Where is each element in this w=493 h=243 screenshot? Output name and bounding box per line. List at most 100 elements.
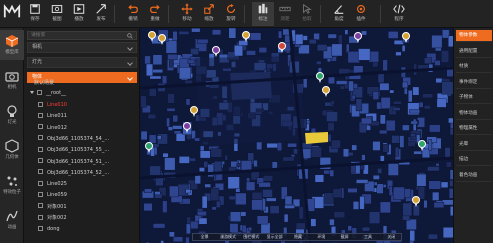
building	[355, 98, 363, 112]
map-marker-icon[interactable]	[412, 196, 420, 207]
left-tool-geometry[interactable]: 几何体	[0, 135, 24, 165]
redo-tool-button[interactable]: 重做	[144, 2, 166, 26]
tree-node[interactable]: Line059	[38, 190, 67, 200]
left-tool-cube[interactable]: 模型库	[0, 30, 24, 60]
map-marker-icon[interactable]	[212, 46, 220, 57]
tree-node[interactable]: Line012	[38, 123, 67, 133]
map-marker-icon[interactable]	[145, 142, 153, 153]
visibility-checkbox[interactable]	[38, 146, 43, 152]
visibility-checkbox[interactable]	[38, 225, 43, 231]
code-tool-button[interactable]: 程序	[388, 2, 410, 26]
save-tool-button[interactable]: 保存	[24, 2, 46, 26]
viewport-tool-button[interactable]: 漫游模式	[216, 234, 239, 240]
visibility-checkbox[interactable]	[38, 124, 43, 130]
viewport-tool-button[interactable]: 隐藏	[286, 234, 309, 240]
viewport-tool-button[interactable]: 围栏模式	[240, 234, 263, 240]
play-tool-button[interactable]: 播放	[68, 2, 90, 26]
rotate-tool-button[interactable]: 旋转	[220, 2, 242, 26]
left-tool-camera[interactable]: 相机	[0, 65, 24, 95]
measure-icon	[279, 6, 291, 12]
property-tab[interactable]: 物理属性	[456, 123, 492, 135]
map-marker-icon[interactable]	[148, 31, 156, 42]
scale-tool-button[interactable]: 缩放	[198, 2, 220, 26]
map-marker-icon[interactable]	[418, 140, 426, 151]
3d-viewport[interactable]: 全景 漫游模式 围栏模式 显示全部 隐藏 环境 截屏 工具 关闭	[140, 28, 453, 243]
tree-node[interactable]: 对象001	[38, 202, 67, 212]
tree-node[interactable]: Obj3d66_1105374_55_...	[38, 145, 109, 155]
building	[256, 215, 269, 225]
building	[154, 191, 161, 195]
visibility-checkbox[interactable]	[38, 112, 43, 118]
property-tab[interactable]: 子物体	[456, 92, 492, 104]
category-header[interactable]: 相机	[27, 42, 137, 53]
visibility-checkbox[interactable]	[38, 101, 43, 107]
visibility-checkbox[interactable]	[38, 158, 43, 163]
map-marker-icon[interactable]	[354, 32, 362, 43]
pick-tool-button[interactable]: 拾取	[296, 2, 318, 26]
move-tool-button[interactable]: 移动	[176, 2, 198, 26]
search-icon[interactable]	[127, 33, 133, 39]
building	[353, 65, 364, 74]
map-marker-icon[interactable]	[190, 106, 198, 117]
left-tool-light[interactable]: 灯光	[0, 100, 24, 130]
building	[392, 101, 402, 105]
search-input[interactable]	[27, 31, 137, 40]
tree-node[interactable]: Obj3d66_1105374_51_...	[38, 157, 109, 167]
screenshot-tool-button[interactable]: 截图	[46, 2, 68, 26]
visibility-checkbox[interactable]	[38, 203, 43, 209]
publish-tool-button[interactable]: 发布	[90, 2, 112, 26]
viewport-tool-button[interactable]: 全景	[193, 234, 216, 240]
property-tab[interactable]: 物体参数	[456, 30, 492, 42]
map-marker-icon[interactable]	[278, 42, 286, 53]
angle-tool-button[interactable]: 角度	[328, 2, 350, 26]
tree-root-scene[interactable]: 默认场景	[34, 78, 54, 88]
left-tool-particle[interactable]: 特效粒子	[0, 170, 24, 200]
category-header[interactable]: 灯光	[27, 57, 137, 68]
map-marker-icon[interactable]	[183, 122, 191, 133]
annotate-tool-button[interactable]: 标注	[252, 2, 274, 26]
undo-tool-button[interactable]: 撤销	[122, 2, 144, 26]
tree-node[interactable]: dong	[38, 224, 60, 234]
city-3d-scene[interactable]	[140, 28, 453, 243]
visibility-checkbox[interactable]	[38, 169, 43, 175]
visibility-checkbox[interactable]	[37, 89, 42, 95]
tree-node[interactable]: 对象002	[38, 213, 67, 223]
scale-icon	[204, 4, 214, 14]
map-marker-icon[interactable]	[158, 34, 166, 45]
visibility-checkbox[interactable]	[38, 180, 43, 186]
tree-node[interactable]: Line010	[38, 100, 67, 110]
plugin-tool-button[interactable]: 插件	[350, 2, 372, 26]
building	[408, 90, 413, 103]
building	[149, 75, 162, 80]
viewport-tool-button[interactable]: 工具	[356, 234, 379, 240]
visibility-checkbox[interactable]	[38, 135, 43, 141]
building	[431, 34, 443, 49]
map-marker-icon[interactable]	[316, 72, 324, 83]
viewport-tool-button[interactable]: 显示全部	[263, 234, 286, 240]
property-tab[interactable]: 通用配置	[456, 46, 492, 58]
map-marker-icon[interactable]	[242, 31, 250, 42]
tree-node[interactable]: Line011	[38, 111, 67, 121]
map-marker-icon[interactable]	[322, 86, 330, 97]
property-tab[interactable]: 材质	[456, 61, 492, 73]
property-tab[interactable]: 物体动画	[456, 108, 492, 120]
visibility-checkbox[interactable]	[38, 191, 43, 197]
tree-node-root[interactable]: __root__	[30, 88, 66, 98]
selected-building[interactable]	[305, 132, 328, 144]
tree-node[interactable]: Line025	[38, 179, 67, 189]
viewport-tool-button[interactable]: 环境	[310, 234, 333, 240]
viewport-tool-button[interactable]: 截屏	[333, 234, 356, 240]
property-tab[interactable]: 事件绑定	[456, 77, 492, 89]
expand-arrow-icon[interactable]	[30, 91, 34, 94]
property-tab[interactable]: 描边	[456, 154, 492, 166]
visibility-checkbox[interactable]	[38, 214, 43, 220]
tool-label: 程序	[394, 17, 404, 22]
left-tool-animation[interactable]: 动画	[0, 205, 24, 235]
map-marker-icon[interactable]	[402, 32, 410, 43]
tree-node[interactable]: Obj3d66_1105374_52_...	[38, 168, 109, 178]
measure-tool-button[interactable]: 测距	[274, 2, 296, 26]
tree-node[interactable]: Obj3d66_1105374_54_...	[38, 134, 109, 144]
property-tab[interactable]: 光晕	[456, 139, 492, 151]
viewport-tool-button[interactable]: 关闭	[380, 234, 403, 240]
property-tab[interactable]: 着色动画	[456, 170, 492, 182]
